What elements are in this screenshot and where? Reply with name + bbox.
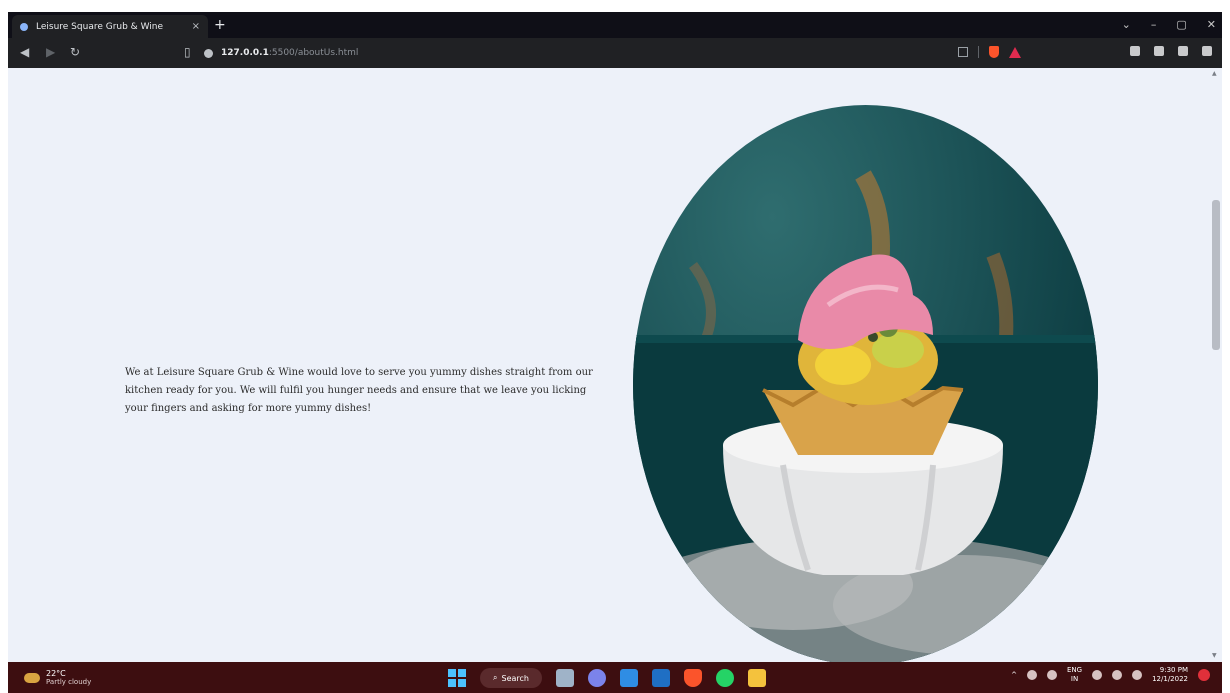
brave-shields-icon[interactable] [989, 46, 999, 58]
lang-bottom: IN [1070, 675, 1079, 683]
system-tray: ^ ENG IN 9:30 PM 12/1/2022 [1011, 666, 1210, 684]
page-content: We at Leisure Square Grub & Wine would l… [8, 68, 1222, 662]
bookmark-icon[interactable]: ▯ [184, 45, 191, 59]
mail-icon[interactable] [652, 669, 670, 687]
windows-taskbar: 22°C Partly cloudy ⌕ Search ^ ENG IN 9:3… [8, 662, 1222, 693]
extension-icons [1130, 46, 1212, 56]
chat-icon[interactable] [588, 669, 606, 687]
tab-close-button[interactable]: × [192, 21, 200, 32]
window-controls: ⌄ – ▢ ✕ [1122, 16, 1216, 34]
url-host: 127.0.0.1 [221, 48, 269, 58]
new-tab-button[interactable]: + [214, 16, 226, 34]
brave-icon[interactable] [684, 669, 702, 687]
page-scrollbar[interactable]: ▲ ▼ [1210, 68, 1222, 662]
address-bar-actions [958, 46, 1021, 58]
forward-arrow-icon[interactable]: ▶ [46, 45, 55, 59]
clock-time: 9:30 PM [1159, 666, 1188, 674]
clock[interactable]: 9:30 PM 12/1/2022 [1152, 666, 1188, 684]
scroll-up-icon[interactable]: ▲ [1212, 70, 1217, 78]
browser-window-chrome: Leisure Square Grub & Wine × + ⌄ – ▢ ✕ ◀… [8, 12, 1222, 68]
search-icon: ⌕ [493, 673, 498, 682]
divider [978, 46, 979, 58]
vscode-icon[interactable] [620, 669, 638, 687]
taskbar-search[interactable]: ⌕ Search [480, 668, 542, 688]
onedrive-icon[interactable] [1047, 670, 1057, 680]
taskbar-apps: ⌕ Search [448, 668, 766, 688]
about-intro-text: We at Leisure Square Grub & Wine would l… [125, 367, 593, 414]
wallet-icon[interactable] [1178, 46, 1188, 56]
volume-icon[interactable] [1112, 670, 1123, 680]
menu-icon[interactable] [1202, 46, 1212, 56]
sidebar-icon[interactable] [1154, 46, 1164, 56]
dessert-illustration [633, 170, 1098, 662]
browser-toolbar: ◀ ▶ ↻ ▯ 127.0.0.1 :5500/aboutUs.html [8, 38, 1222, 68]
tray-app-icon[interactable] [1027, 670, 1037, 680]
close-window-button[interactable]: ✕ [1207, 16, 1216, 34]
maximize-button[interactable]: ▢ [1176, 16, 1186, 34]
windows-start-icon[interactable] [448, 669, 466, 687]
weather-text: 22°C Partly cloudy [46, 669, 91, 686]
minimize-button[interactable]: – [1151, 16, 1157, 34]
back-arrow-icon[interactable]: ◀ [20, 45, 29, 59]
extensions-icon[interactable] [1130, 46, 1140, 56]
address-bar[interactable]: 127.0.0.1 :5500/aboutUs.html [204, 42, 1044, 64]
file-explorer-icon[interactable] [556, 669, 574, 687]
cloud-sun-icon [24, 672, 40, 683]
clock-date: 12/1/2022 [1152, 675, 1188, 683]
whatsapp-icon[interactable] [716, 669, 734, 687]
search-label: Search [501, 673, 529, 683]
brave-rewards-icon[interactable] [1009, 46, 1021, 58]
notification-icon[interactable] [1198, 669, 1210, 681]
favicon-icon [20, 22, 28, 31]
scroll-down-icon[interactable]: ▼ [1212, 652, 1217, 660]
weather-temp: 22°C [46, 669, 66, 678]
wifi-icon[interactable] [1092, 670, 1103, 680]
tray-overflow-icon[interactable]: ^ [1011, 671, 1017, 679]
tab-search-button[interactable]: ⌄ [1122, 16, 1131, 34]
weather-desc: Partly cloudy [46, 678, 92, 686]
folder-icon[interactable] [748, 669, 766, 687]
battery-icon[interactable] [1132, 670, 1143, 680]
weather-widget[interactable]: 22°C Partly cloudy [24, 669, 91, 686]
lang-top: ENG [1067, 666, 1083, 674]
scroll-thumb[interactable] [1212, 200, 1220, 350]
hero-food-image [633, 105, 1098, 662]
site-info-icon[interactable] [204, 48, 213, 58]
tab-title: Leisure Square Grub & Wine [36, 21, 164, 32]
browser-tab[interactable]: Leisure Square Grub & Wine × [12, 15, 208, 38]
url-path: :5500/aboutUs.html [268, 48, 359, 58]
language-indicator[interactable]: ENG IN [1067, 666, 1082, 684]
tab-strip: Leisure Square Grub & Wine × + ⌄ – ▢ ✕ [8, 12, 1222, 38]
reload-icon[interactable]: ↻ [70, 45, 80, 59]
share-icon[interactable] [958, 47, 968, 57]
